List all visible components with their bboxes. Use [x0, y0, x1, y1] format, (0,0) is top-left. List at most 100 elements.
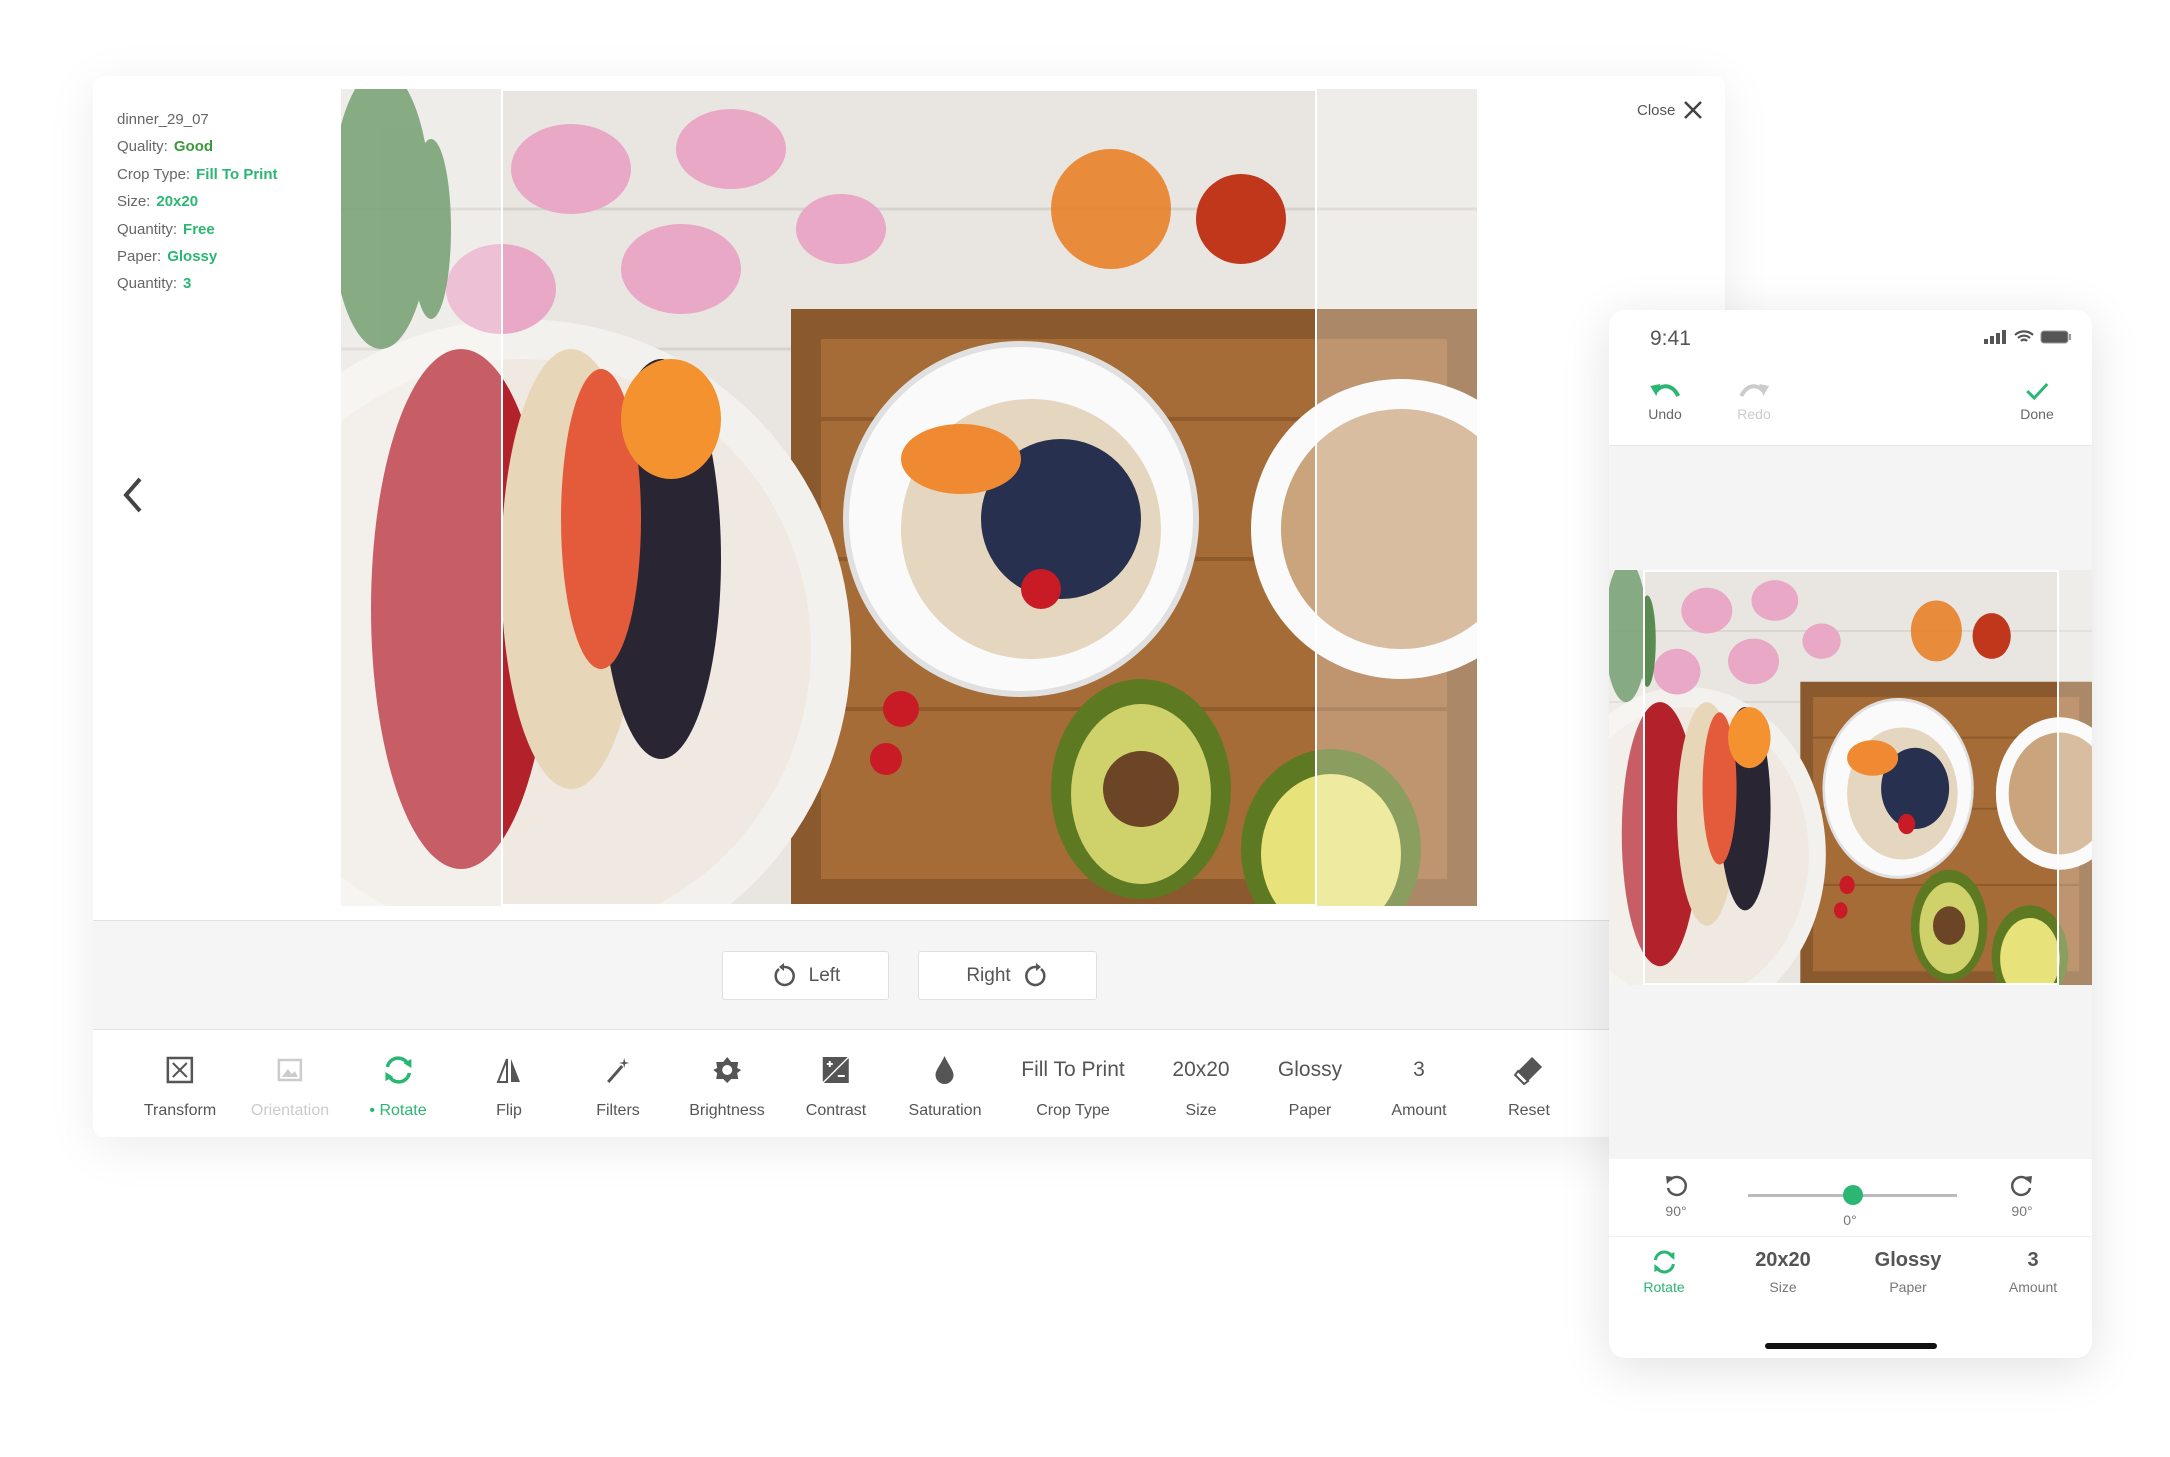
close-label: Close — [1637, 101, 1676, 119]
nav-label: Rotate — [1643, 1279, 1685, 1295]
rotate-left-button[interactable]: Left — [722, 951, 889, 1000]
rotate-icon — [385, 1056, 411, 1084]
done-button[interactable]: Done — [2020, 382, 2054, 422]
info-row-paper: Paper: Glossy — [117, 243, 278, 270]
info-value: Free — [183, 220, 215, 238]
transform-icon — [166, 1056, 194, 1084]
info-value: 3 — [183, 275, 192, 293]
magic-wand-icon — [606, 1058, 629, 1083]
tool-label: Paper — [1288, 1102, 1332, 1119]
close-button[interactable]: Close — [1637, 100, 1703, 120]
tool-label: Size — [1185, 1102, 1217, 1119]
droplet-icon — [936, 1056, 954, 1084]
chevron-left-icon[interactable] — [118, 475, 148, 515]
contrast-icon — [822, 1056, 850, 1084]
mobile-editor: 9:41 Undo Redo Done 90° 0° 90° Rotate 20… — [1609, 310, 2092, 1358]
brightness-icon — [713, 1057, 741, 1083]
tool-saturation[interactable]: Saturation — [909, 1030, 981, 1137]
rotate-left-icon — [774, 962, 795, 986]
nav-label: Paper — [1889, 1279, 1927, 1295]
rotate-left-label: Left — [808, 964, 841, 986]
crop-outside-right — [2059, 570, 2092, 985]
tool-label: Brightness — [689, 1102, 765, 1119]
tool-contrast[interactable]: Contrast — [806, 1030, 866, 1137]
redo-button[interactable]: Redo — [1737, 382, 1771, 422]
rotate-left-icon — [1666, 1175, 1688, 1197]
nav-label: Amount — [2008, 1279, 2058, 1295]
tool-label: Orientation — [250, 1102, 330, 1119]
tool-value: 20x20 — [1172, 1058, 1230, 1081]
nav-value: 20x20 — [1755, 1249, 1811, 1271]
info-label: Paper: — [117, 248, 162, 266]
tool-paper[interactable]: Glossy Paper — [1278, 1030, 1342, 1137]
rotate-right-button[interactable]: Right — [918, 951, 1097, 1000]
tool-orientation[interactable]: Orientation — [251, 1030, 329, 1137]
info-row-crop-type: Crop Type: Fill To Print — [117, 161, 278, 188]
tool-label: Filters — [596, 1102, 640, 1119]
tool-amount[interactable]: 3 Amount — [1391, 1030, 1446, 1137]
rotation-value-label: 0° — [1843, 1212, 1857, 1228]
nav-label: Size — [1769, 1279, 1797, 1295]
flip-icon — [496, 1058, 520, 1083]
info-row-quantity-count: Quantity: 3 — [117, 270, 278, 297]
rotation-slider-thumb[interactable] — [1842, 1185, 1863, 1205]
tool-value: 3 — [1413, 1058, 1425, 1081]
rotate-right-icon — [1024, 962, 1046, 986]
rotate-left-label: 90° — [1665, 1203, 1687, 1219]
info-value: Glossy — [167, 248, 218, 266]
info-value: Good — [173, 138, 214, 156]
info-row-quantity: Quantity: Free — [117, 216, 278, 243]
mobile-bottom-nav: Rotate 20x20 Size Glossy Paper 3 Amount — [1609, 1237, 2092, 1307]
tool-crop-type[interactable]: Fill To Print Crop Type — [1021, 1030, 1124, 1137]
redo-icon — [1739, 384, 1769, 398]
tool-label: Transform — [143, 1102, 217, 1119]
rotate-right-label: Right — [966, 964, 1011, 986]
tool-value: Fill To Print — [1021, 1058, 1125, 1081]
tool-filters[interactable]: Filters — [596, 1030, 640, 1137]
info-label: Size: — [117, 193, 151, 211]
crop-outside-left — [1609, 570, 1643, 985]
photo-info: dinner_29_07 Quality: Good Crop Type: Fill… — [117, 106, 278, 298]
info-label: Crop Type: — [117, 165, 191, 183]
tool-size[interactable]: 20x20 Size — [1172, 1030, 1229, 1137]
info-label: Quantity: — [117, 275, 178, 293]
undo-button[interactable]: Undo — [1648, 382, 1682, 422]
info-label: Quality: — [117, 138, 168, 156]
battery-icon — [2040, 330, 2071, 344]
undo-icon — [1650, 384, 1680, 398]
tool-label: • Rotate — [369, 1102, 427, 1119]
tool-label: Reset — [1508, 1102, 1550, 1119]
redo-label: Redo — [1737, 406, 1771, 422]
tool-brightness[interactable]: Brightness — [689, 1030, 765, 1137]
status-icons — [1984, 330, 2072, 344]
nav-size[interactable]: 20x20 Size — [1755, 1237, 1811, 1295]
editor-toolbar: Transform Orientation • Rotate Flip Filt… — [93, 1030, 1610, 1137]
mobile-photo-canvas[interactable] — [1609, 570, 2092, 985]
nav-rotate[interactable]: Rotate — [1643, 1237, 1685, 1295]
filename: dinner_29_07 — [117, 111, 209, 128]
rotate-right-90-button[interactable]: 90° — [2009, 1173, 2035, 1219]
tool-label: Amount — [1391, 1102, 1447, 1119]
tool-transform[interactable]: Transform — [144, 1030, 216, 1137]
eraser-icon — [1513, 1057, 1542, 1085]
home-indicator — [1765, 1343, 1937, 1349]
crop-frame[interactable] — [501, 89, 1317, 906]
tool-flip[interactable]: Flip — [495, 1030, 523, 1137]
orientation-icon — [277, 1058, 303, 1082]
rotate-icon — [1653, 1250, 1675, 1274]
rotation-slider-track[interactable] — [1748, 1185, 1957, 1205]
tool-reset[interactable]: Reset — [1508, 1030, 1550, 1137]
checkmark-icon — [2025, 382, 2049, 400]
nav-paper[interactable]: Glossy Paper — [1875, 1237, 1942, 1295]
photo-canvas[interactable] — [341, 89, 1477, 906]
signal-icon — [1984, 330, 2006, 344]
rotate-right-icon — [2010, 1175, 2032, 1197]
crop-frame[interactable] — [1643, 570, 2059, 985]
rotation-slider-row: 90° 0° 90° — [1609, 1159, 2092, 1237]
info-value: 20x20 — [156, 193, 199, 211]
rotate-left-90-button[interactable]: 90° — [1663, 1173, 1689, 1219]
nav-amount[interactable]: 3 Amount — [2009, 1237, 2057, 1295]
tool-rotate[interactable]: • Rotate — [369, 1030, 427, 1137]
undo-label: Undo — [1648, 406, 1682, 422]
crop-outside-right — [1317, 89, 1477, 906]
